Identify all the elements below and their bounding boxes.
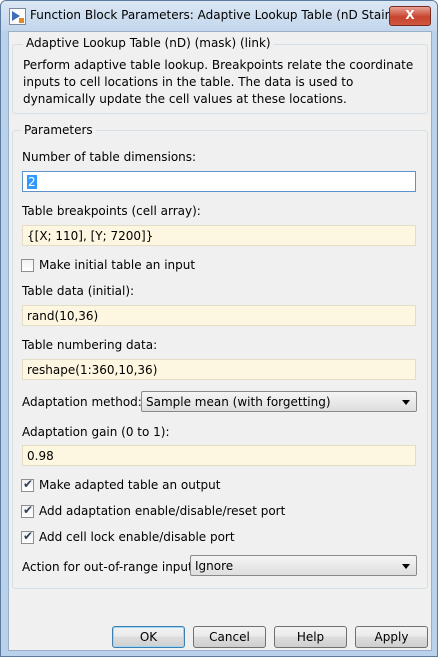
numbering-input[interactable]: reshape(1:360,10,36): [22, 359, 416, 380]
numbering-label: Table numbering data:: [22, 338, 158, 352]
breakpoints-label: Table breakpoints (cell array):: [22, 204, 201, 218]
breakpoints-input[interactable]: {[X; 110], [Y; 7200]}: [22, 225, 416, 246]
close-button[interactable]: X: [389, 6, 431, 26]
dialog-body: Adaptive Lookup Table (nD) (mask) (link)…: [8, 31, 432, 651]
mask-description-group: Adaptive Lookup Table (nD) (mask) (link)…: [12, 36, 428, 114]
parameters-group-title: Parameters: [21, 123, 96, 137]
out-of-range-label: Action for out-of-range input: [22, 560, 193, 574]
adapted-output-label: Make adapted table an output: [39, 478, 221, 492]
chevron-down-icon: [402, 564, 410, 569]
cancel-button[interactable]: Cancel: [193, 626, 266, 648]
cell-lock-label: Add cell lock enable/disable port: [39, 530, 235, 544]
table-data-label: Table data (initial):: [22, 284, 135, 298]
out-of-range-value: Ignore: [195, 559, 234, 573]
num-dims-label: Number of table dimensions:: [22, 150, 197, 164]
simulink-block-icon: [9, 8, 26, 25]
enable-port-label: Add adaptation enable/disable/reset port: [39, 504, 286, 518]
adapt-method-label: Adaptation method:: [22, 395, 142, 409]
cell-lock-checkbox[interactable]: [21, 529, 34, 544]
num-dims-input[interactable]: 2: [22, 171, 416, 192]
ok-button[interactable]: OK: [112, 626, 185, 648]
table-data-input[interactable]: rand(10,36): [22, 305, 416, 326]
enable-port-checkbox[interactable]: [21, 503, 34, 518]
adapt-gain-input[interactable]: 0.98: [22, 445, 416, 466]
initial-table-input-checkbox[interactable]: [21, 259, 34, 272]
chevron-down-icon: [402, 400, 410, 405]
adapt-method-value: Sample mean (with forgetting): [146, 395, 331, 409]
adapt-method-dropdown[interactable]: Sample mean (with forgetting): [141, 391, 417, 412]
dialog-window: Function Block Parameters: Adaptive Look…: [0, 0, 438, 657]
out-of-range-dropdown[interactable]: Ignore: [190, 555, 417, 576]
title-bar[interactable]: Function Block Parameters: Adaptive Look…: [1, 1, 437, 31]
mask-description: Perform adaptive table lookup. Breakpoin…: [23, 58, 414, 106]
num-dims-selected-text: 2: [27, 175, 37, 189]
adapt-gain-label: Adaptation gain (0 to 1):: [22, 425, 170, 439]
mask-title: Adaptive Lookup Table (nD) (mask) (link): [23, 36, 274, 50]
window-title: Function Block Parameters: Adaptive Look…: [30, 8, 412, 22]
adapted-output-checkbox[interactable]: [21, 477, 34, 492]
apply-button[interactable]: Apply: [355, 626, 428, 648]
initial-table-input-label: Make initial table an input: [39, 258, 196, 272]
help-button[interactable]: Help: [274, 626, 347, 648]
